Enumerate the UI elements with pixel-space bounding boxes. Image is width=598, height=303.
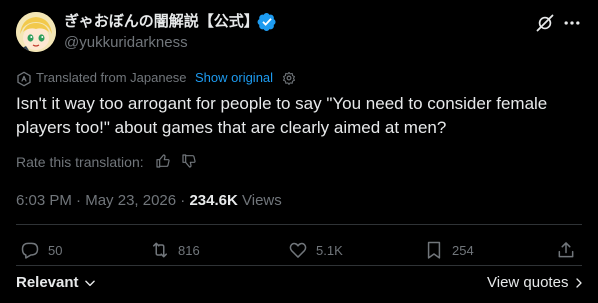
views-count: 234.6K	[189, 192, 238, 209]
more-icon[interactable]	[562, 13, 582, 33]
tweet-date[interactable]: May 23, 2026	[85, 192, 176, 209]
display-name[interactable]: ぎゃおぼんの闇解説【公式】	[64, 12, 259, 32]
reply-button[interactable]: 50	[20, 240, 62, 260]
meta-separator: ·	[180, 192, 186, 209]
reply-count: 50	[48, 242, 63, 258]
tweet-text: Isn't it way too arrogant for people to …	[16, 94, 548, 137]
divider	[16, 224, 582, 225]
repost-icon	[153, 242, 167, 258]
like-icon	[289, 242, 307, 258]
bookmark-icon	[427, 241, 441, 259]
meta-separator: ·	[76, 192, 82, 209]
view-quotes-label: View quotes	[487, 274, 569, 291]
grok-icon[interactable]	[535, 13, 555, 33]
like-count: 5.1K	[316, 242, 343, 258]
views-label: Views	[242, 192, 282, 209]
share-icon	[558, 242, 574, 258]
bookmark-button[interactable]: 254	[424, 240, 474, 260]
avatar-image	[16, 12, 56, 52]
translate-icon	[17, 71, 31, 87]
sort-label: Relevant	[16, 274, 79, 291]
reply-icon	[21, 242, 39, 259]
verified-badge-icon	[257, 13, 276, 31]
chevron-down-icon	[84, 280, 95, 287]
view-quotes-link[interactable]: View quotes	[487, 274, 585, 292]
settings-icon[interactable]	[282, 71, 296, 85]
show-original-link[interactable]: Show original	[195, 70, 273, 86]
thumbs-up-icon[interactable]	[155, 153, 171, 169]
repost-button[interactable]: 816	[150, 240, 200, 260]
share-button[interactable]	[556, 240, 584, 260]
tweet-time[interactable]: 6:03 PM	[16, 192, 72, 209]
thumbs-down-icon[interactable]	[181, 153, 197, 169]
translated-label: Translated from Japanese	[36, 70, 187, 85]
sort-replies-dropdown[interactable]: Relevant	[16, 274, 97, 292]
bookmark-count: 254	[452, 242, 474, 258]
rate-translation-label: Rate this translation:	[16, 154, 144, 170]
repost-count: 816	[178, 242, 200, 258]
handle[interactable]: @yukkuridarkness	[64, 33, 188, 53]
like-button[interactable]: 5.1K	[288, 240, 343, 260]
chevron-right-icon	[576, 278, 583, 288]
avatar[interactable]	[16, 12, 56, 52]
divider	[16, 265, 582, 266]
tweet-meta: 6:03 PM · May 23, 2026 · 234.6K Views	[16, 192, 282, 210]
